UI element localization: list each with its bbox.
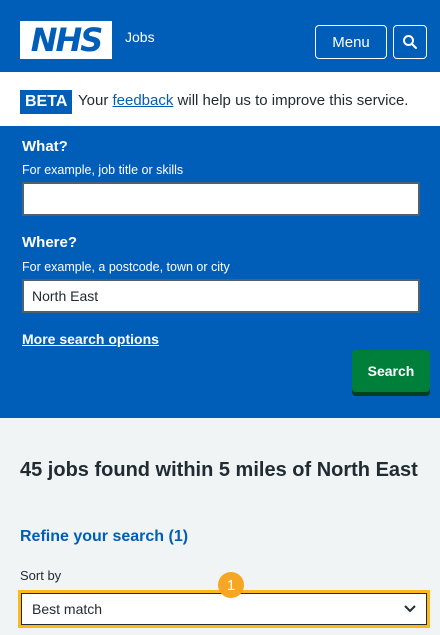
sort-select-box[interactable]: Best match (21, 593, 427, 625)
refine-search-link[interactable]: Refine your search (1) (20, 528, 188, 546)
sort-by-label: Sort by (20, 568, 62, 583)
beta-text-after: will help us to improve this service. (173, 92, 409, 109)
search-button[interactable]: Search (352, 350, 430, 392)
where-input[interactable] (22, 279, 420, 313)
callout-marker: 1 (218, 572, 244, 598)
what-hint: For example, job title or skills (22, 163, 184, 177)
results-section: 45 jobs found within 5 miles of North Ea… (0, 418, 440, 635)
header-search-button[interactable] (393, 25, 427, 59)
service-name[interactable]: Jobs (125, 29, 155, 45)
site-header: NHS Jobs Menu (0, 0, 440, 72)
where-hint: For example, a postcode, town or city (22, 260, 230, 274)
sort-selected-value: Best match (32, 601, 103, 617)
results-heading: 45 jobs found within 5 miles of North Ea… (20, 459, 418, 481)
what-label: What? (22, 138, 68, 155)
where-label: Where? (22, 234, 78, 251)
chevron-down-icon (404, 605, 416, 613)
more-search-options-link[interactable]: More search options (22, 331, 159, 347)
menu-button[interactable]: Menu (315, 25, 387, 59)
beta-text: Your feedback will help us to improve th… (78, 92, 408, 109)
what-input[interactable] (22, 182, 420, 216)
beta-banner: BETA Your feedback will help us to impro… (0, 72, 440, 126)
search-icon (403, 35, 417, 49)
beta-text-before: Your (78, 92, 113, 109)
feedback-link[interactable]: feedback (112, 92, 173, 109)
search-panel: What? For example, job title or skills W… (0, 126, 440, 418)
nhs-logo[interactable]: NHS (20, 21, 112, 59)
beta-tag: BETA (20, 90, 73, 114)
